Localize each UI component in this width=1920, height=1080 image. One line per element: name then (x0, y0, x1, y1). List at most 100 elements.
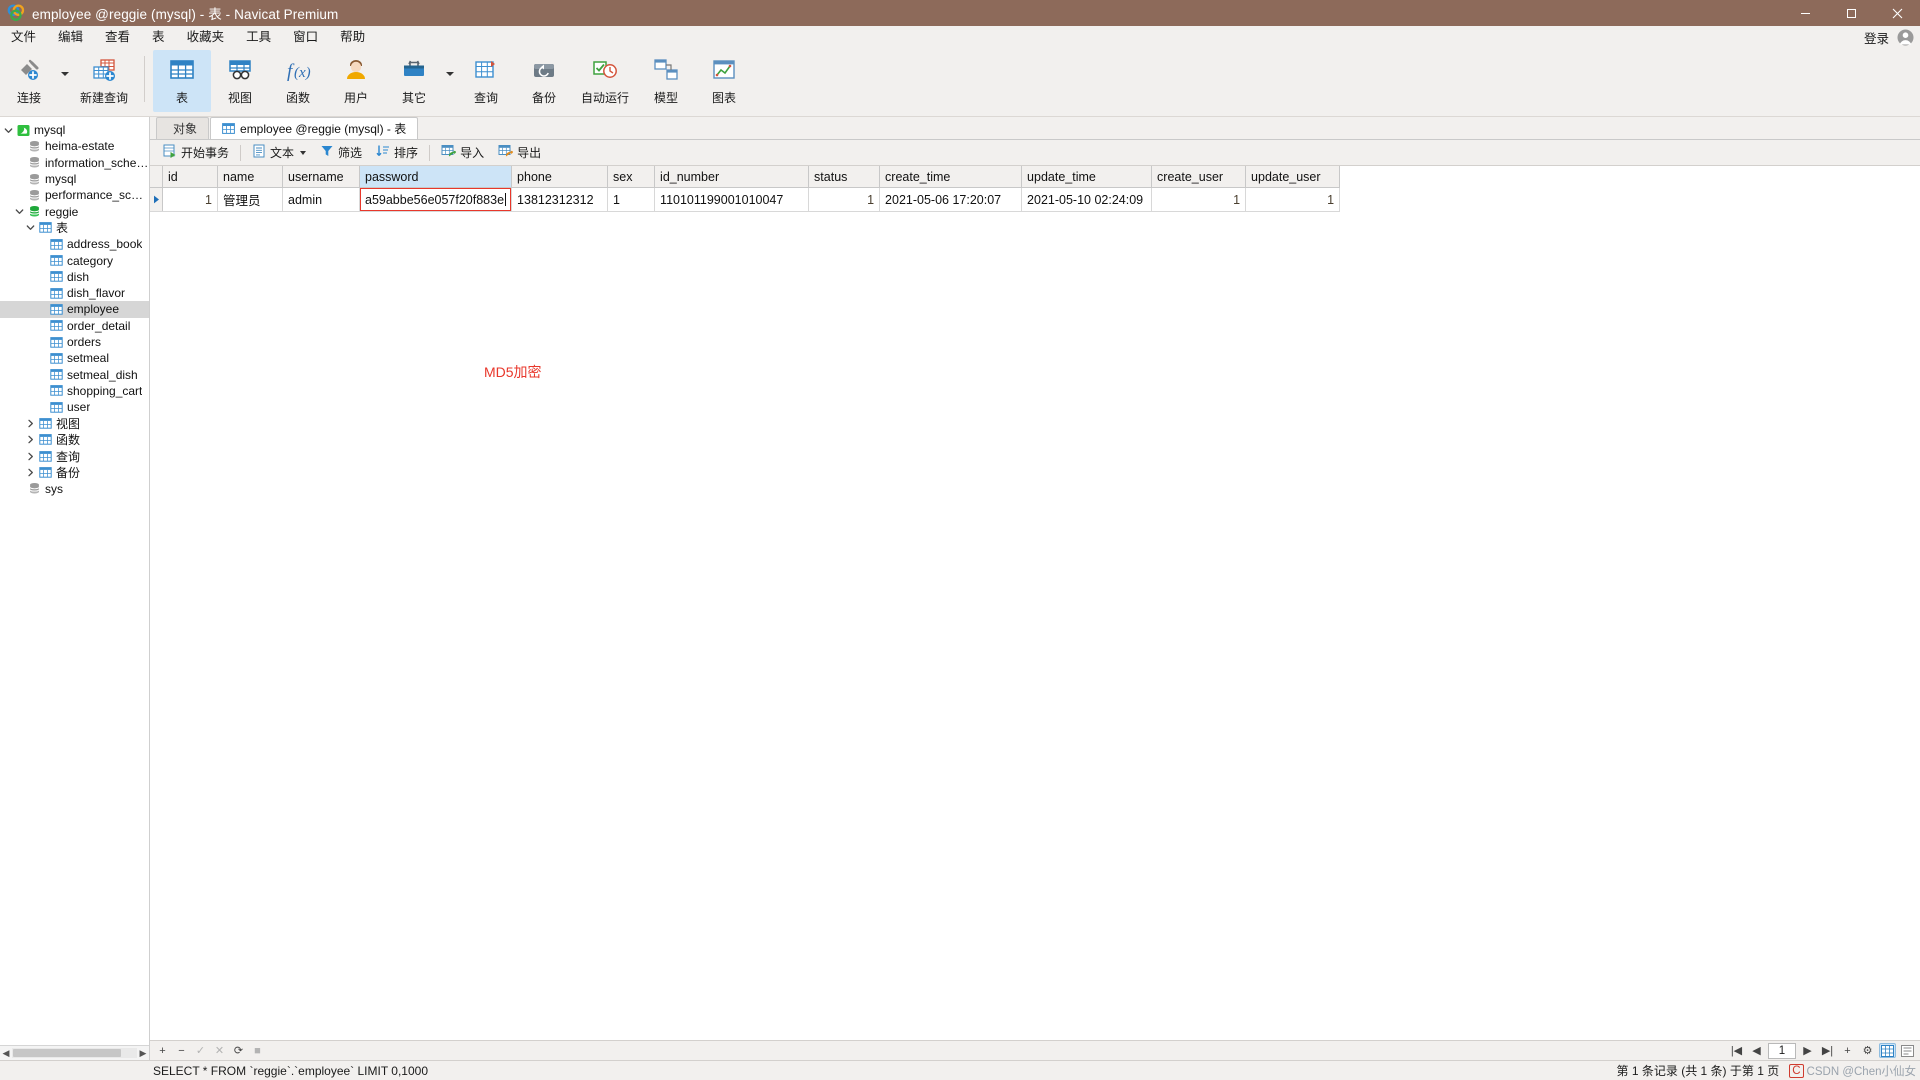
menu-edit[interactable]: 编辑 (47, 26, 94, 48)
delete-record-button[interactable]: − (173, 1043, 190, 1058)
tree-node-mysql[interactable]: mysql (0, 171, 149, 187)
tree-node-表[interactable]: 表 (0, 220, 149, 236)
grid-settings-button[interactable]: ⚙ (1859, 1043, 1876, 1058)
column-header-sex[interactable]: sex (607, 166, 656, 188)
tree-node-shopping_cart[interactable]: shopping_cart (0, 383, 149, 399)
tree-node-setmeal[interactable]: setmeal (0, 350, 149, 366)
chevron-down-icon[interactable] (13, 207, 26, 216)
add-record-button[interactable]: + (154, 1043, 171, 1058)
tree-node-information_schema[interactable]: information_schema (0, 155, 149, 171)
toolbar-other-caret[interactable] (443, 50, 457, 112)
toolbar-table[interactable]: 表 (153, 50, 211, 112)
column-header-create_user[interactable]: create_user (1151, 166, 1247, 188)
cell-update_time[interactable]: 2021-05-10 02:24:09 (1021, 187, 1153, 212)
scroll-thumb[interactable] (13, 1049, 121, 1057)
toolbar-function[interactable]: f (x) 函数 (269, 50, 327, 112)
form-view-icon[interactable] (1899, 1043, 1916, 1058)
tree-node-函数[interactable]: 函数 (0, 432, 149, 448)
column-header-id_number[interactable]: id_number (654, 166, 810, 188)
toolbar-chart[interactable]: 图表 (695, 50, 753, 112)
toolbar-new-query[interactable]: 新建查询 (72, 50, 136, 112)
export-button[interactable]: 导出 (491, 142, 548, 163)
chevron-down-icon[interactable] (24, 223, 37, 232)
tree-node-category[interactable]: category (0, 252, 149, 268)
scroll-track[interactable] (12, 1048, 137, 1058)
tree-node-sys[interactable]: sys (0, 481, 149, 497)
menu-file[interactable]: 文件 (0, 26, 47, 48)
toolbar-automation[interactable]: 自动运行 (573, 50, 637, 112)
tree-node-reggie[interactable]: reggie (0, 203, 149, 219)
close-button[interactable] (1874, 0, 1920, 26)
table-row[interactable]: 1 管理员 admin a59abbe56e057f20f883e 1381231231… (150, 187, 1341, 212)
tab-employee-table[interactable]: employee @reggie (mysql) - 表 (210, 117, 419, 139)
chevron-right-icon[interactable] (24, 452, 37, 461)
data-grid-container[interactable]: id name username password phone sex id_number s… (150, 166, 1920, 1040)
cell-password[interactable]: a59abbe56e057f20f883e (359, 187, 513, 212)
cell-create_user[interactable]: 1 (1151, 187, 1247, 212)
cell-id[interactable]: 1 (162, 187, 218, 212)
chevron-right-icon[interactable] (24, 435, 37, 444)
last-page-button[interactable]: ▶| (1819, 1043, 1836, 1058)
menu-window[interactable]: 窗口 (282, 26, 329, 48)
menu-favorites[interactable]: 收藏夹 (176, 26, 236, 48)
cell-username[interactable]: admin (282, 187, 360, 212)
toolbar-connection[interactable]: 连接 (0, 50, 58, 112)
grid-corner-cell[interactable] (150, 166, 163, 188)
chevron-right-icon[interactable] (24, 419, 37, 428)
toolbar-query[interactable]: 查询 (457, 50, 515, 112)
tree-node-address_book[interactable]: address_book (0, 236, 149, 252)
scroll-right-arrow-icon[interactable]: ▶ (137, 1047, 149, 1059)
login-link[interactable]: 登录 (1864, 28, 1889, 47)
tree-node-视图[interactable]: 视图 (0, 415, 149, 431)
column-header-username[interactable]: username (282, 166, 360, 188)
object-tree[interactable]: mysql heima-estate information_schema mysql… (0, 117, 149, 1045)
tree-node-heima-estate[interactable]: heima-estate (0, 138, 149, 154)
column-header-update_user[interactable]: update_user (1245, 166, 1341, 188)
tree-node-orders[interactable]: orders (0, 334, 149, 350)
cell-update_user[interactable]: 1 (1245, 187, 1341, 212)
next-page-button[interactable]: ▶ (1799, 1043, 1816, 1058)
tree-node-查询[interactable]: 查询 (0, 448, 149, 464)
sort-button[interactable]: 排序 (369, 142, 425, 163)
account-avatar-icon[interactable] (1897, 29, 1914, 46)
cell-id_number[interactable]: 110101199001010047 (654, 187, 810, 212)
column-header-update_time[interactable]: update_time (1021, 166, 1153, 188)
column-header-create_time[interactable]: create_time (879, 166, 1023, 188)
import-button[interactable]: 导入 (434, 142, 491, 163)
menu-table[interactable]: 表 (141, 26, 176, 48)
minimize-button[interactable] (1782, 0, 1828, 26)
filter-button[interactable]: 筛选 (313, 142, 369, 163)
tree-node-employee[interactable]: employee (0, 301, 149, 318)
begin-transaction-button[interactable]: 开始事务 (156, 142, 236, 163)
toolbar-view[interactable]: 视图 (211, 50, 269, 112)
cell-status[interactable]: 1 (808, 187, 881, 212)
chevron-right-icon[interactable] (24, 468, 37, 477)
column-header-phone[interactable]: phone (511, 166, 609, 188)
menu-help[interactable]: 帮助 (329, 26, 376, 48)
prev-page-button[interactable]: ◀ (1748, 1043, 1765, 1058)
tree-node-备份[interactable]: 备份 (0, 464, 149, 480)
first-page-button[interactable]: |◀ (1728, 1043, 1745, 1058)
menu-tools[interactable]: 工具 (235, 26, 282, 48)
chevron-down-icon[interactable] (2, 126, 15, 135)
tree-node-dish[interactable]: dish (0, 269, 149, 285)
column-header-password[interactable]: password (359, 166, 513, 188)
column-header-status[interactable]: status (808, 166, 881, 188)
tree-node-mysql[interactable]: mysql (0, 122, 149, 138)
scroll-left-arrow-icon[interactable]: ◀ (0, 1047, 12, 1059)
discard-changes-button[interactable]: ✕ (211, 1043, 228, 1058)
tab-objects[interactable]: 对象 (156, 117, 210, 139)
refresh-button[interactable]: ⟳ (230, 1043, 247, 1058)
page-number-input[interactable]: 1 (1768, 1042, 1796, 1059)
cell-name[interactable]: 管理员 (217, 187, 283, 212)
add-page-button[interactable]: + (1839, 1043, 1856, 1058)
cell-create_time[interactable]: 2021-05-06 17:20:07 (879, 187, 1023, 212)
toolbar-backup[interactable]: 备份 (515, 50, 573, 112)
sidebar-horizontal-scrollbar[interactable]: ◀ ▶ (0, 1045, 149, 1060)
toolbar-model[interactable]: 模型 (637, 50, 695, 112)
tree-node-performance_schema[interactable]: performance_schema (0, 187, 149, 203)
tree-node-user[interactable]: user (0, 399, 149, 415)
cell-sex[interactable]: 1 (607, 187, 656, 212)
apply-changes-button[interactable]: ✓ (192, 1043, 209, 1058)
tree-node-dish_flavor[interactable]: dish_flavor (0, 285, 149, 301)
